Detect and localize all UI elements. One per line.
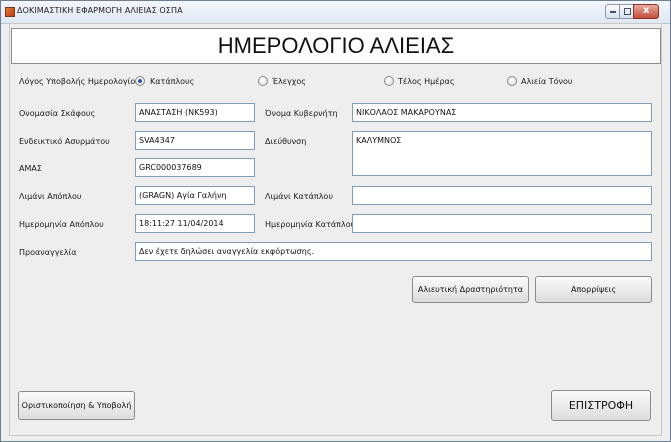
radio-kataplous-label[interactable]: Κατάπλους bbox=[150, 77, 194, 86]
app-window: ΔΟΚΙΜΑΣΤΙΚΗ ΕΦΑΡΜΟΓΗ ΑΛΙΕΙΑΣ ΟΣΠΑ x ΗΜΕΡ… bbox=[0, 0, 671, 442]
arrival-date-field[interactable] bbox=[352, 214, 652, 233]
window-title: ΔΟΚΙΜΑΣΤΙΚΗ ΕΦΑΡΜΟΓΗ ΑΛΙΕΙΑΣ ΟΣΠΑ bbox=[17, 6, 183, 15]
address-label: Διεύθυνση bbox=[265, 137, 307, 146]
maximize-button[interactable] bbox=[619, 4, 634, 19]
radio-callsign-label: Ενδεικτικό Ασυρμάτου bbox=[19, 137, 110, 146]
discards-button[interactable]: Απορρίψεις bbox=[535, 276, 652, 303]
vessel-name-label: Ονομασία Σκάφους bbox=[19, 109, 96, 118]
fishing-activity-button[interactable]: Αλιευτική Δραστηριότητα bbox=[412, 276, 529, 303]
pre-notification-label: Προαναγγελία bbox=[19, 248, 77, 257]
arrival-port-label: Λιμάνι Κατάπλου bbox=[265, 192, 333, 201]
minimize-button[interactable] bbox=[605, 4, 620, 19]
return-button[interactable]: ΕΠΙΣΤΡΟΦΗ bbox=[551, 390, 651, 421]
pre-notification-field[interactable]: Δεν έχετε δηλώσει αναγγελία εκφόρτωσης. bbox=[135, 242, 652, 261]
finalize-submit-button[interactable]: Οριστικοποίηση & Υποβολή bbox=[18, 391, 135, 420]
departure-date-field[interactable]: 18:11:27 11/04/2014 bbox=[135, 214, 255, 233]
minimize-icon bbox=[610, 11, 616, 13]
vessel-name-field[interactable]: ΑΝΑΣΤΑΣΗ (ΝΚ593) bbox=[135, 103, 255, 122]
captain-name-label: Όνομα Κυβερνήτη bbox=[265, 109, 338, 118]
radio-telos-imeras-label[interactable]: Τέλος Ημέρας bbox=[398, 77, 455, 86]
radio-elegxos-label[interactable]: Έλεγχος bbox=[272, 77, 306, 86]
close-icon: x bbox=[643, 5, 650, 16]
address-textarea[interactable]: ΚΑΛΥΜΝΟΣ bbox=[352, 131, 652, 176]
amas-label: ΑΜΑΣ bbox=[19, 164, 42, 173]
radio-alieia-tonou[interactable] bbox=[507, 76, 517, 86]
title-bar[interactable]: ΔΟΚΙΜΑΣΤΙΚΗ ΕΦΑΡΜΟΓΗ ΑΛΙΕΙΑΣ ΟΣΠΑ x bbox=[1, 1, 670, 24]
radio-telos-imeras[interactable] bbox=[384, 76, 394, 86]
close-button[interactable]: x bbox=[633, 4, 659, 19]
captain-name-field[interactable]: ΝΙΚΟΛΑΟΣ ΜΑΚΑΡΟΥΝΑΣ bbox=[352, 103, 652, 122]
header-panel: ΗΜΕΡΟΛΟΓΙΟ ΑΛΙΕΙΑΣ bbox=[11, 28, 661, 64]
radio-elegxos[interactable] bbox=[258, 76, 268, 86]
radio-callsign-field[interactable]: SVA4347 bbox=[135, 131, 255, 150]
reason-label: Λόγος Υποβολής Ημερολογίου bbox=[19, 77, 140, 86]
radio-alieia-tonou-label[interactable]: Αλιεία Τόνου bbox=[521, 77, 573, 86]
arrival-port-field[interactable] bbox=[352, 186, 652, 205]
maximize-icon bbox=[624, 8, 631, 15]
departure-port-label: Λιμάνι Απόπλου bbox=[19, 192, 82, 201]
amas-field[interactable]: GRC000037689 bbox=[135, 158, 255, 177]
arrival-date-label: Ημερομηνία Κατάπλου bbox=[265, 220, 356, 229]
page-title: ΗΜΕΡΟΛΟΓΙΟ ΑΛΙΕΙΑΣ bbox=[217, 33, 455, 58]
departure-date-label: Ημερομηνία Απόπλου bbox=[19, 220, 104, 229]
radio-kataplous[interactable] bbox=[135, 76, 145, 86]
departure-port-field[interactable]: (GRAGN) Αγία Γαλήνη bbox=[135, 186, 255, 205]
java-app-icon bbox=[5, 7, 15, 17]
